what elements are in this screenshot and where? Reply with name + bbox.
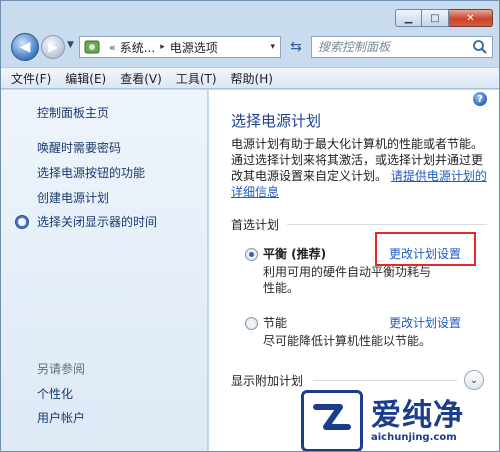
watermark-url: aichunjing.com bbox=[371, 431, 457, 443]
search-icon[interactable] bbox=[472, 39, 488, 55]
help-icon[interactable]: ? bbox=[473, 92, 487, 106]
menu-edit[interactable]: 编辑(E) bbox=[65, 70, 106, 87]
task-pane: 控制面板主页 唤醒时需要密码 选择电源按钮的功能 创建电源计划 选择关闭显示器的… bbox=[1, 90, 208, 451]
balanced-plan-name[interactable]: 平衡 (推荐) bbox=[263, 245, 326, 262]
watermark-title: 爱纯净 bbox=[371, 397, 464, 433]
search-input[interactable]: 搜索控制面板 bbox=[311, 36, 493, 58]
back-arrow-icon: ◀ bbox=[19, 39, 31, 55]
maximize-button[interactable]: □ bbox=[422, 9, 449, 27]
menu-help[interactable]: 帮助(H) bbox=[231, 70, 273, 87]
forward-arrow-icon: ▶ bbox=[48, 40, 58, 54]
power-saver-radio[interactable] bbox=[245, 317, 258, 330]
breadcrumb[interactable]: « 系统... ▸ 电源选项 ▾ bbox=[79, 36, 281, 58]
require-password-link[interactable]: 唤醒时需要密码 bbox=[37, 139, 121, 156]
menu-bar: 文件(F) 编辑(E) 查看(V) 工具(T) 帮助(H) bbox=[1, 67, 499, 89]
breadcrumb-overflow[interactable]: « bbox=[109, 41, 116, 54]
address-dropdown[interactable]: ▾ bbox=[270, 42, 275, 52]
breadcrumb-power-options[interactable]: 电源选项 bbox=[170, 39, 218, 56]
recent-pages-dropdown[interactable]: ▼ bbox=[67, 40, 74, 50]
forward-button[interactable]: ▶ bbox=[41, 35, 65, 59]
power-button-link[interactable]: 选择电源按钮的功能 bbox=[37, 164, 145, 181]
balanced-radio[interactable] bbox=[245, 248, 258, 261]
clock-icon bbox=[15, 214, 29, 229]
user-accounts-link[interactable]: 用户帐户 bbox=[37, 409, 85, 426]
page-title: 选择电源计划 bbox=[231, 112, 322, 130]
personalization-link[interactable]: 个性化 bbox=[37, 385, 73, 402]
address-row: ◀ ▶ ▼ « 系统... ▸ 电源选项 ▾ ⇆ 搜索控制面板 bbox=[1, 33, 499, 63]
breadcrumb-separator[interactable]: ▸ bbox=[160, 42, 165, 52]
preferred-plans-heading: 首选计划 bbox=[231, 218, 280, 232]
balanced-plan-description: 利用可用的硬件自动平衡功耗与性能。 bbox=[263, 265, 432, 295]
back-button[interactable]: ◀ bbox=[11, 33, 39, 61]
power-saver-change-settings-link[interactable]: 更改计划设置 bbox=[389, 314, 461, 331]
section-divider bbox=[287, 224, 487, 225]
menu-file[interactable]: 文件(F) bbox=[11, 70, 51, 87]
breadcrumb-system[interactable]: 系统... bbox=[120, 39, 155, 56]
power-saver-plan-name[interactable]: 节能 bbox=[263, 314, 287, 331]
show-additional-plans-label[interactable]: 显示附加计划 bbox=[231, 372, 303, 389]
additional-plans-divider bbox=[313, 380, 457, 381]
control-panel-home-link[interactable]: 控制面板主页 bbox=[37, 104, 109, 121]
chevron-down-icon: ⌄ bbox=[469, 374, 479, 386]
watermark-logo bbox=[301, 390, 363, 451]
power-options-window: ▁ □ ✕ ◀ ▶ ▼ « 系统... ▸ 电源选项 ▾ ⇆ 搜索控制面板 文件… bbox=[0, 0, 500, 452]
watermark: 爱纯净 aichunjing.com bbox=[301, 389, 499, 451]
power-saver-plan-description: 尽可能降低计算机性能以节能。 bbox=[263, 334, 432, 348]
search-placeholder: 搜索控制面板 bbox=[318, 40, 391, 54]
caption-buttons: ▁ □ ✕ bbox=[395, 9, 493, 27]
minimize-button[interactable]: ▁ bbox=[395, 9, 422, 27]
watermark-text: 爱纯净 aichunjing.com bbox=[371, 397, 464, 443]
create-plan-link[interactable]: 创建电源计划 bbox=[37, 189, 109, 206]
refresh-button[interactable]: ⇆ bbox=[285, 36, 307, 58]
display-off-time-label: 选择关闭显示器的时间 bbox=[37, 215, 158, 229]
menu-view[interactable]: 查看(V) bbox=[120, 70, 162, 87]
highlight-box bbox=[375, 232, 476, 266]
close-button[interactable]: ✕ bbox=[449, 9, 493, 27]
refresh-icon: ⇆ bbox=[290, 39, 302, 55]
expand-button[interactable]: ⌄ bbox=[464, 370, 484, 390]
display-off-time-link[interactable]: 选择关闭显示器的时间 bbox=[15, 213, 157, 230]
menu-tools[interactable]: 工具(T) bbox=[176, 70, 217, 87]
description: 电源计划有助于最大化计算机的性能或者节能。通过选择计划来将其激活，或选择计划并通… bbox=[231, 136, 489, 200]
control-panel-icon bbox=[83, 39, 101, 55]
see-also-heading: 另请参阅 bbox=[37, 362, 86, 376]
